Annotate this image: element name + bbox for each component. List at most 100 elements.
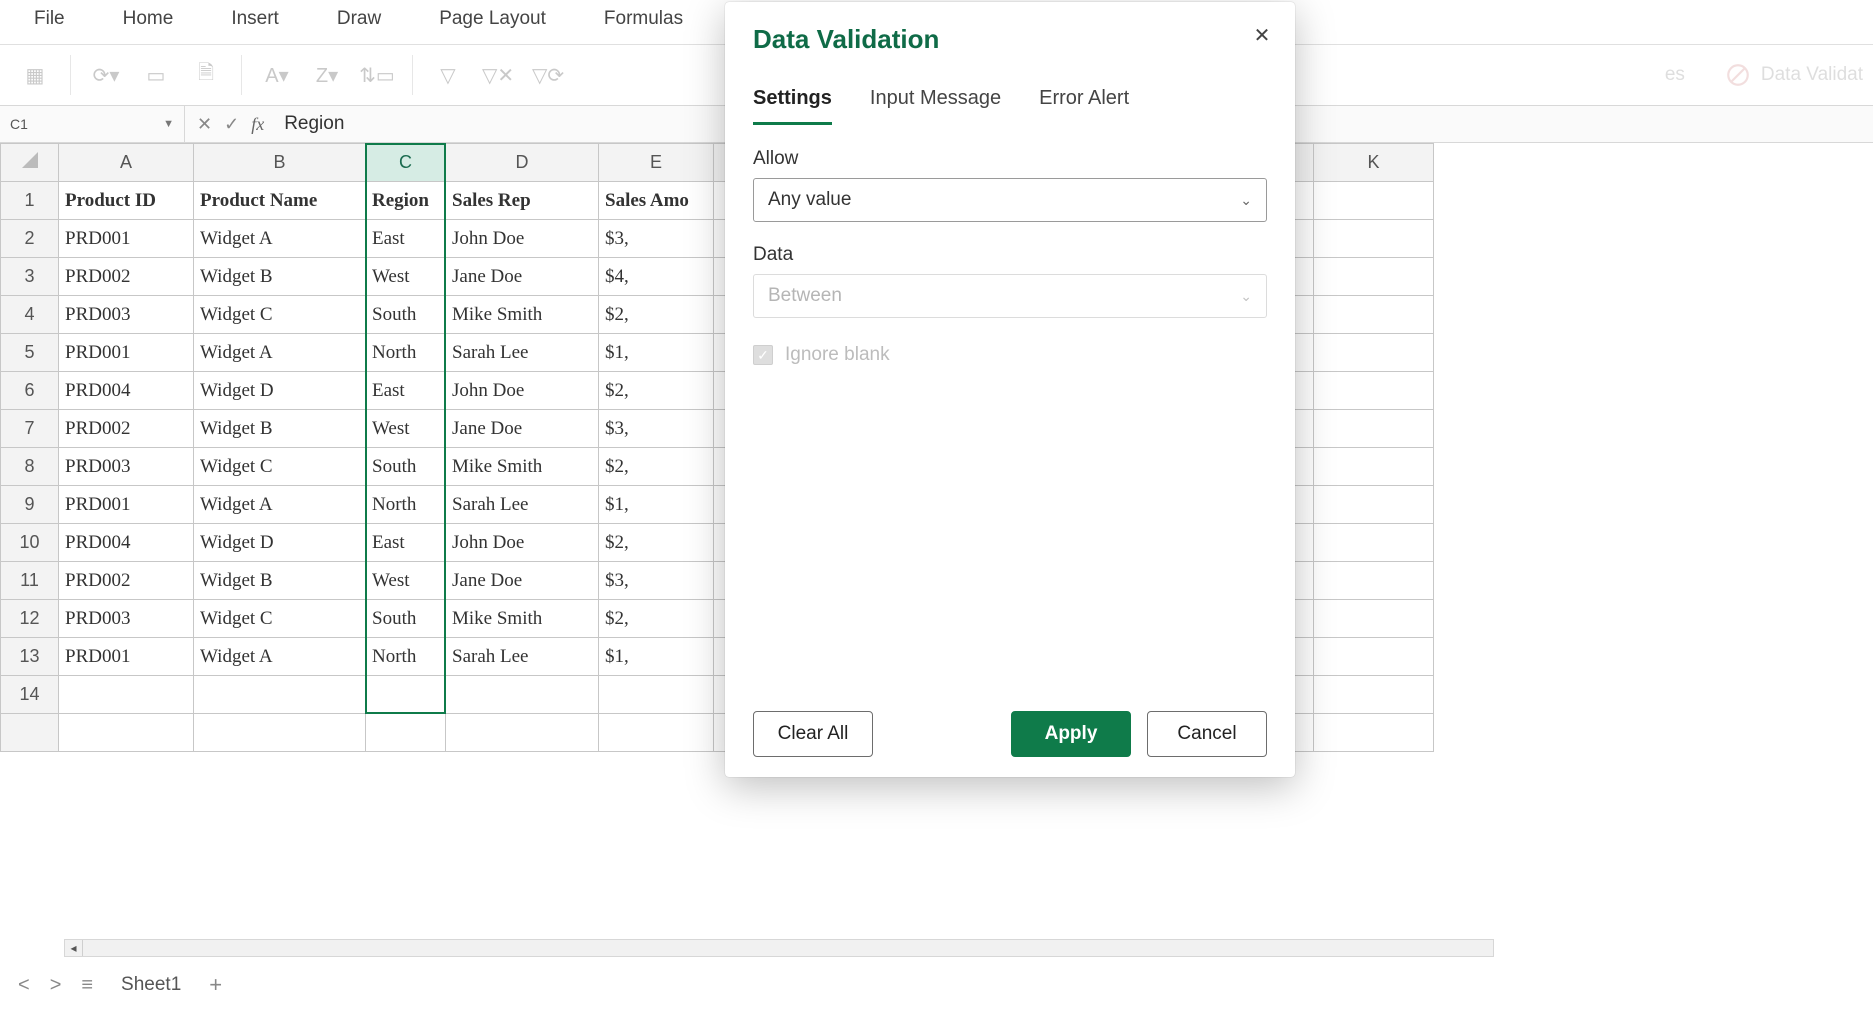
cell[interactable]: PRD003	[59, 448, 194, 486]
row-header[interactable]: 5	[1, 334, 59, 372]
cell[interactable]	[446, 676, 599, 714]
close-icon[interactable]: ✕	[1247, 20, 1277, 50]
scroll-left-icon[interactable]: ◂	[65, 940, 83, 956]
cell[interactable]	[1314, 524, 1434, 562]
cell[interactable]: PRD002	[59, 410, 194, 448]
cell[interactable]: Widget B	[194, 562, 366, 600]
cell[interactable]	[1314, 410, 1434, 448]
row-header[interactable]: 10	[1, 524, 59, 562]
cell[interactable]: Widget C	[194, 296, 366, 334]
cell[interactable]: East	[366, 372, 446, 410]
accept-edit-icon[interactable]: ✓	[224, 114, 239, 135]
cell[interactable]	[1314, 258, 1434, 296]
cell[interactable]: Widget A	[194, 638, 366, 676]
filter-icon[interactable]: ▽	[433, 60, 463, 90]
cell[interactable]: Widget A	[194, 486, 366, 524]
cell[interactable]: Product Name	[194, 182, 366, 220]
cell[interactable]	[1314, 562, 1434, 600]
cell[interactable]: Widget D	[194, 524, 366, 562]
cell[interactable]: John Doe	[446, 524, 599, 562]
row-header[interactable]: 1	[1, 182, 59, 220]
cell[interactable]: PRD001	[59, 638, 194, 676]
name-box[interactable]: C1 ▼	[0, 106, 185, 142]
cell[interactable]: Widget C	[194, 600, 366, 638]
ribbon-tab-file[interactable]: File	[30, 4, 69, 36]
column-header-E[interactable]: E	[599, 144, 714, 182]
cell[interactable]: Widget A	[194, 334, 366, 372]
cell[interactable]: PRD001	[59, 334, 194, 372]
row-header[interactable]: 6	[1, 372, 59, 410]
cell[interactable]	[1314, 334, 1434, 372]
sheet-tab[interactable]: Sheet1	[113, 972, 189, 998]
cell[interactable]: PRD003	[59, 296, 194, 334]
cell[interactable]: PRD004	[59, 372, 194, 410]
sort-desc-icon[interactable]: Z▾	[312, 60, 342, 90]
column-header-D[interactable]: D	[446, 144, 599, 182]
cell[interactable]: Sales Amo	[599, 182, 714, 220]
row-header[interactable]: 4	[1, 296, 59, 334]
cell[interactable]	[1314, 638, 1434, 676]
cell[interactable]	[194, 676, 366, 714]
clear-all-button[interactable]: Clear All	[753, 711, 873, 757]
column-header-A[interactable]: A	[59, 144, 194, 182]
all-sheets-icon[interactable]: ≡	[81, 974, 93, 997]
cancel-edit-icon[interactable]: ✕	[197, 114, 212, 135]
cell[interactable]	[599, 676, 714, 714]
cell[interactable]: PRD003	[59, 600, 194, 638]
cell[interactable]: PRD002	[59, 562, 194, 600]
cell[interactable]: Jane Doe	[446, 410, 599, 448]
row-header[interactable]: 12	[1, 600, 59, 638]
cell[interactable]	[1314, 182, 1434, 220]
cell[interactable]	[1314, 220, 1434, 258]
cell[interactable]: $3,	[599, 410, 714, 448]
cell[interactable]	[1314, 486, 1434, 524]
cell[interactable]	[599, 714, 714, 752]
cell[interactable]: Mike Smith	[446, 600, 599, 638]
column-header-K[interactable]: K	[1314, 144, 1434, 182]
cell[interactable]: East	[366, 220, 446, 258]
cell[interactable]: $2,	[599, 372, 714, 410]
sheet-nav-prev-icon[interactable]: <	[18, 974, 30, 997]
clear-filter-icon[interactable]: ▽✕	[483, 60, 513, 90]
cell[interactable]: John Doe	[446, 220, 599, 258]
cell[interactable]: West	[366, 258, 446, 296]
cell[interactable]: Sarah Lee	[446, 486, 599, 524]
column-header-B[interactable]: B	[194, 144, 366, 182]
cell[interactable]: PRD001	[59, 486, 194, 524]
cell[interactable]: PRD002	[59, 258, 194, 296]
cell[interactable]: John Doe	[446, 372, 599, 410]
cell[interactable]	[1314, 448, 1434, 486]
ribbon-tab-formulas[interactable]: Formulas	[600, 4, 687, 36]
cell[interactable]	[366, 714, 446, 752]
cell[interactable]: PRD001	[59, 220, 194, 258]
cell[interactable]: $2,	[599, 524, 714, 562]
cell[interactable]: PRD004	[59, 524, 194, 562]
cell[interactable]: $1,	[599, 486, 714, 524]
cell[interactable]: Jane Doe	[446, 562, 599, 600]
refresh-icon[interactable]: ⟳▾	[91, 60, 121, 90]
row-header[interactable]: 11	[1, 562, 59, 600]
reapply-icon[interactable]: ▽⟳	[533, 60, 563, 90]
cell[interactable]: Widget A	[194, 220, 366, 258]
cell[interactable]: Widget C	[194, 448, 366, 486]
ribbon-tab-page-layout[interactable]: Page Layout	[435, 4, 550, 36]
cell[interactable]	[59, 714, 194, 752]
cell[interactable]: $2,	[599, 448, 714, 486]
cell[interactable]: Sales Rep	[446, 182, 599, 220]
cell[interactable]	[1314, 372, 1434, 410]
cell[interactable]	[1314, 714, 1434, 752]
horizontal-scrollbar[interactable]: ◂	[64, 939, 1494, 957]
cell[interactable]	[1314, 600, 1434, 638]
cell[interactable]: West	[366, 410, 446, 448]
cell[interactable]: Sarah Lee	[446, 638, 599, 676]
sheet-nav-next-icon[interactable]: >	[50, 974, 62, 997]
row-header[interactable]: 14	[1, 676, 59, 714]
apply-button[interactable]: Apply	[1011, 711, 1131, 757]
dialog-tab-input-message[interactable]: Input Message	[870, 87, 1001, 125]
allow-select[interactable]: Any value ⌄	[753, 178, 1267, 222]
cell[interactable]: South	[366, 296, 446, 334]
cell[interactable]	[446, 714, 599, 752]
row-header[interactable]: 3	[1, 258, 59, 296]
column-header-C[interactable]: C	[366, 144, 446, 182]
ribbon-tab-draw[interactable]: Draw	[333, 4, 385, 36]
